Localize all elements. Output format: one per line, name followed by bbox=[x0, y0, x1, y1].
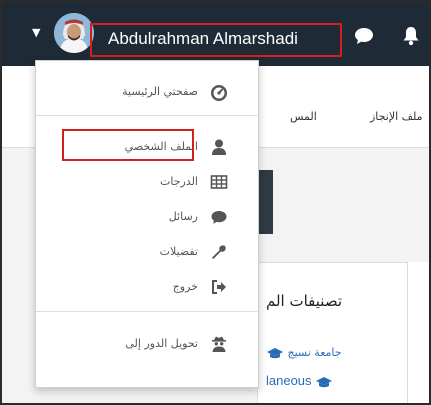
graduation-cap-icon bbox=[267, 348, 283, 359]
caret-down-icon[interactable]: ▼ bbox=[32, 27, 40, 39]
sign-out-icon bbox=[212, 280, 226, 294]
menu-item-preferences[interactable]: تفضيلات bbox=[36, 241, 260, 265]
message-bubble-icon bbox=[211, 211, 227, 224]
menu-divider bbox=[36, 311, 260, 312]
side-card bbox=[407, 262, 429, 403]
top-navbar: ▼ Abdulrahman Almarshadi bbox=[2, 2, 429, 66]
menu-item-label: خروج bbox=[172, 280, 198, 293]
menu-divider bbox=[36, 115, 260, 116]
bell-icon[interactable] bbox=[402, 26, 420, 46]
screen-frame: ▼ Abdulrahman Almarshadi ملف الإنجاز الم… bbox=[0, 0, 431, 405]
menu-item-label: الدرجات bbox=[159, 175, 198, 188]
category-link-2[interactable]: laneous bbox=[266, 373, 333, 388]
dashboard-gauge-icon bbox=[211, 85, 227, 101]
menu-item-logout[interactable]: خروج bbox=[36, 276, 260, 300]
menu-item-label: صفحتي الرئيسية bbox=[122, 85, 198, 98]
chat-bubble-icon[interactable] bbox=[354, 27, 374, 45]
graduation-cap-icon bbox=[316, 376, 333, 387]
wrench-icon bbox=[212, 245, 226, 259]
menu-item-dashboard[interactable]: صفحتي الرئيسية bbox=[36, 81, 260, 105]
user-dropdown-menu: صفحتي الرئيسية الملف الشخصي الدرجات رسائ… bbox=[35, 60, 260, 388]
user-avatar[interactable] bbox=[54, 13, 94, 53]
subnav-item-truncated[interactable]: المس bbox=[290, 110, 317, 123]
user-icon bbox=[212, 139, 226, 155]
avatar-photo bbox=[54, 13, 94, 53]
menu-item-grades[interactable]: الدرجات bbox=[36, 171, 260, 195]
menu-item-messages[interactable]: رسائل bbox=[36, 206, 260, 230]
menu-item-label: تحويل الدور إلى bbox=[125, 337, 198, 350]
user-secret-icon bbox=[212, 336, 226, 352]
menu-item-switch-role[interactable]: تحويل الدور إلى bbox=[36, 333, 260, 357]
profile-highlight-box bbox=[62, 129, 194, 161]
menu-item-label: تفضيلات bbox=[159, 245, 198, 258]
username-label[interactable]: Abdulrahman Almarshadi bbox=[108, 29, 298, 49]
menu-item-label: رسائل bbox=[168, 210, 198, 223]
categories-title: تصنيفات الم bbox=[266, 292, 343, 310]
category-link-1-label[interactable]: جامعة نسيج bbox=[288, 346, 342, 359]
subnav-item-portfolio[interactable]: ملف الإنجاز bbox=[370, 110, 423, 123]
category-link-1[interactable]: جامعة نسيج bbox=[266, 346, 342, 359]
table-grid-icon bbox=[210, 175, 228, 189]
category-link-2-label[interactable]: laneous bbox=[266, 373, 312, 388]
